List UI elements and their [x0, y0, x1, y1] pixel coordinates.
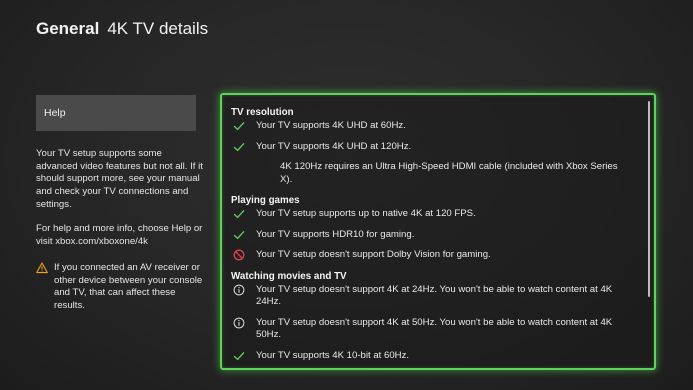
- support-summary-text: Your TV setup supports some advanced vid…: [36, 148, 203, 210]
- item-text: Your TV supports HDR10 for gaming.: [256, 228, 415, 240]
- page-header: General 4K TV details: [36, 19, 208, 39]
- warning-text: If you connected an AV receiver or other…: [54, 262, 203, 312]
- item-text: 4K 120Hz requires an Ultra High-Speed HD…: [280, 161, 618, 185]
- list-item: Your TV supports 4K 10-bit at 60Hz.: [231, 350, 631, 363]
- help-info-text: For help and more info, choose Help or v…: [36, 223, 203, 247]
- warning-icon: [36, 262, 48, 274]
- item-text: Your TV setup doesn't support 4K at 24Hz…: [256, 283, 613, 308]
- list-item: Your TV supports 4K UHD at 60Hz.: [231, 120, 631, 133]
- item-text: Your TV supports 4K UHD at 60Hz.: [256, 120, 406, 131]
- list-item: Your TV supports 4K UHD at 120Hz.: [231, 141, 631, 154]
- av-receiver-warning: If you connected an AV receiver or other…: [36, 262, 208, 313]
- item-text: Your TV setup doesn't support 4K at 50Hz…: [256, 316, 613, 341]
- check-icon: [233, 142, 245, 151]
- section-title: General: [36, 19, 100, 38]
- prohibited-icon: [233, 249, 245, 261]
- check-icon: [233, 210, 245, 219]
- list-item: Your TV setup doesn't support 4K at 50Hz…: [231, 317, 631, 342]
- list-item: Your TV setup supports up to native 4K a…: [231, 208, 631, 221]
- help-button-label: Help: [44, 107, 66, 119]
- page-title: 4K TV details: [107, 19, 209, 38]
- list-item-note: 4K 120Hz requires an Ultra High-Speed HD…: [231, 161, 631, 186]
- item-text: Your TV supports 4K UHD at 120Hz.: [256, 140, 412, 152]
- check-icon: [233, 122, 245, 131]
- help-button[interactable]: Help: [36, 95, 196, 131]
- item-text: Your TV setup doesn't support Dolby Visi…: [256, 249, 491, 260]
- list-item: Your TV setup doesn't support Dolby Visi…: [231, 249, 631, 262]
- tv-details-panel[interactable]: TV resolution Your TV supports 4K UHD at…: [220, 93, 656, 370]
- check-icon: [233, 230, 245, 239]
- item-text: Your TV setup supports up to native 4K a…: [256, 208, 476, 219]
- list-item: Your TV setup doesn't support 4K at 24Hz…: [231, 284, 631, 309]
- info-icon: [233, 317, 245, 328]
- section-title-tv-resolution: TV resolution: [231, 107, 294, 118]
- section-title-movies-tv: Watching movies and TV: [231, 270, 347, 282]
- item-text: Your TV supports 4K 10-bit at 60Hz.: [256, 349, 410, 361]
- scrollbar[interactable]: [648, 101, 650, 297]
- list-item: Your TV supports HDR10 for gaming.: [231, 229, 631, 242]
- check-icon: [233, 351, 245, 360]
- info-icon: [233, 284, 245, 295]
- section-title-playing-games: Playing games: [231, 195, 300, 206]
